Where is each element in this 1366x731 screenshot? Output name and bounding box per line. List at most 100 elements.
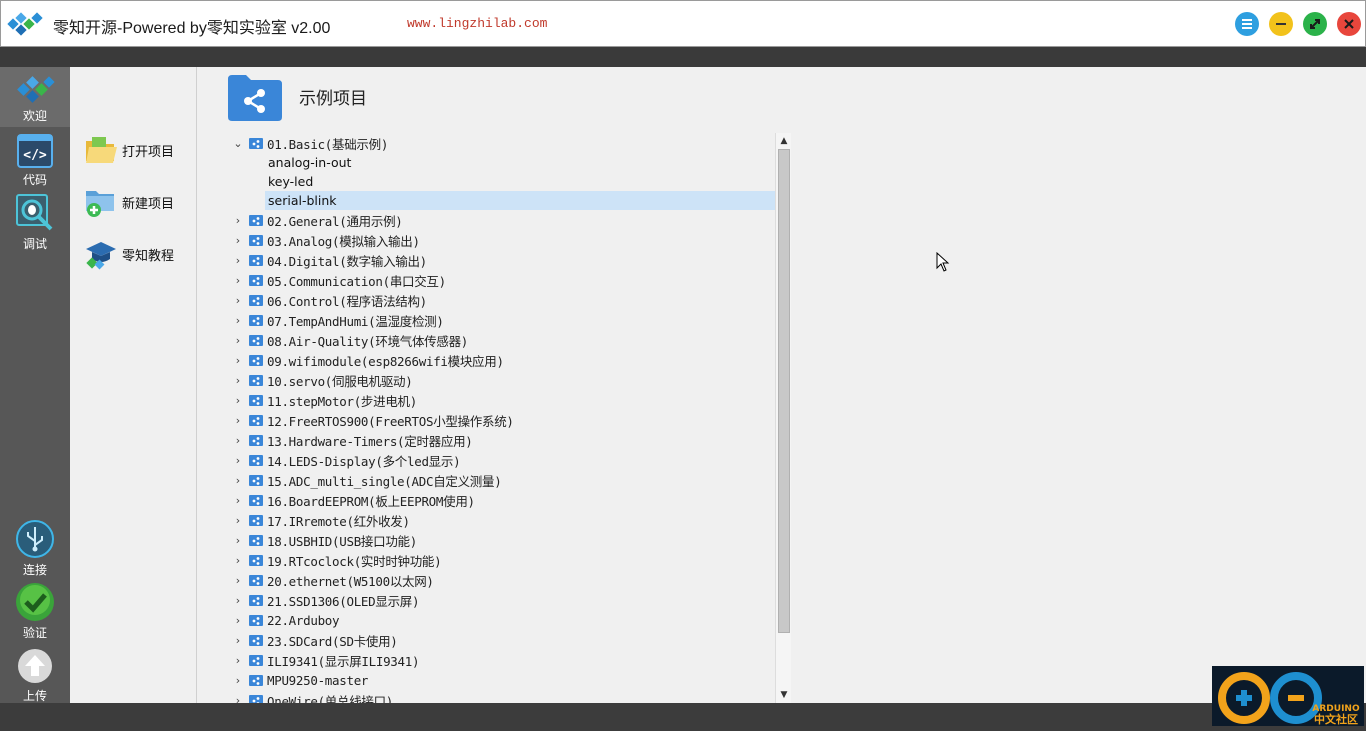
tree-item-label: 02.General(通用示例) xyxy=(267,213,403,229)
scroll-down-arrow-icon[interactable]: ▼ xyxy=(776,687,792,703)
rail-item-debug[interactable]: 调试 xyxy=(0,193,70,252)
menu-button[interactable] xyxy=(1235,12,1259,36)
chevron-right-icon[interactable]: › xyxy=(229,354,247,367)
tree-item[interactable]: › 09.wifimodule(esp8266wifi模块应用) xyxy=(225,350,775,370)
tree-item[interactable]: › 06.Control(程序语法结构) xyxy=(225,290,775,310)
open-project-button[interactable]: 打开项目 xyxy=(84,133,174,167)
tree-item[interactable]: › MPU9250-master xyxy=(225,670,775,690)
tree-item-label: 01.Basic(基础示例) xyxy=(267,136,389,152)
folder-icon xyxy=(249,595,263,606)
chevron-right-icon[interactable]: › xyxy=(229,514,247,527)
chevron-right-icon[interactable]: › xyxy=(229,654,247,667)
folder-icon xyxy=(249,335,263,346)
tree-item[interactable]: › 12.FreeRTOS900(FreeRTOS小型操作系统) xyxy=(225,410,775,430)
chevron-right-icon[interactable]: › xyxy=(229,634,247,647)
app-logo-icon xyxy=(7,12,43,36)
chevron-right-icon[interactable]: › xyxy=(229,234,247,247)
tree-scrollbar[interactable]: ▲ ▼ xyxy=(775,133,791,703)
tree-item[interactable]: › 15.ADC_multi_single(ADC自定义测量) xyxy=(225,470,775,490)
tree-item-label: 13.Hardware-Timers(定时器应用) xyxy=(267,433,473,449)
tree-leaf-selected[interactable]: serial-blink xyxy=(265,191,775,210)
app-title: 零知开源-Powered by零知实验室 v2.00 xyxy=(53,20,331,37)
chevron-right-icon[interactable]: › xyxy=(229,494,247,507)
tree-item[interactable]: › 02.General(通用示例) xyxy=(225,210,775,230)
chevron-right-icon[interactable]: › xyxy=(229,434,247,447)
title-bar: 零知开源-Powered by零知实验室 v2.00 www.lingzhila… xyxy=(0,0,1366,47)
tree-item[interactable]: › 18.USBHID(USB接口功能) xyxy=(225,530,775,550)
chevron-right-icon[interactable]: › xyxy=(229,334,247,347)
folder-icon xyxy=(249,315,263,326)
chevron-right-icon[interactable]: › xyxy=(229,294,247,307)
tree-item[interactable]: › 19.RTcoclock(实时时钟功能) xyxy=(225,550,775,570)
chevron-right-icon[interactable]: › xyxy=(229,574,247,587)
chevron-right-icon[interactable]: › xyxy=(229,534,247,547)
scroll-thumb[interactable] xyxy=(778,149,790,633)
tree-item-label: OneWire(单总线接口) xyxy=(267,693,394,704)
folder-icon xyxy=(249,395,263,406)
chevron-right-icon[interactable]: › xyxy=(229,214,247,227)
tree-item[interactable]: › 22.Arduboy xyxy=(225,610,775,630)
tree-item[interactable]: › 11.stepMotor(步进电机) xyxy=(225,390,775,410)
tree-item[interactable]: › 05.Communication(串口交互) xyxy=(225,270,775,290)
checkmark-icon xyxy=(16,583,54,621)
folder-icon xyxy=(249,275,263,286)
chevron-right-icon[interactable]: › xyxy=(229,254,247,267)
tree-leaf[interactable]: analog-in-out xyxy=(265,153,775,172)
chevron-right-icon[interactable]: › xyxy=(229,694,247,704)
tree-item-label: 03.Analog(模拟输入输出) xyxy=(267,233,420,249)
tree-item[interactable]: › 14.LEDS-Display(多个led显示) xyxy=(225,450,775,470)
tree-item[interactable]: › 20.ethernet(W5100以太网) xyxy=(225,570,775,590)
tree-item[interactable]: › ILI9341(显示屏ILI9341) xyxy=(225,650,775,670)
maximize-button[interactable] xyxy=(1303,12,1327,36)
tree-item-label: ILI9341(显示屏ILI9341) xyxy=(267,653,420,669)
chevron-right-icon[interactable]: › xyxy=(229,554,247,567)
chevron-down-icon[interactable]: ⌄ xyxy=(229,137,247,150)
chevron-right-icon[interactable]: › xyxy=(229,374,247,387)
chevron-right-icon[interactable]: › xyxy=(229,614,247,627)
rail-item-upload[interactable]: 上传 xyxy=(0,647,70,704)
chevron-right-icon[interactable]: › xyxy=(229,314,247,327)
tree-item[interactable]: › 08.Air-Quality(环境气体传感器) xyxy=(225,330,775,350)
tree-item[interactable]: › 23.SDCard(SD卡使用) xyxy=(225,630,775,650)
chevron-right-icon[interactable]: › xyxy=(229,594,247,607)
rail-item-verify[interactable]: 验证 xyxy=(0,582,70,641)
rail-item-connect[interactable]: 连接 xyxy=(0,519,70,578)
new-project-button[interactable]: 新建项目 xyxy=(84,185,174,219)
tree-item-label: 18.USBHID(USB接口功能) xyxy=(267,533,417,549)
tree-item[interactable]: › 03.Analog(模拟输入输出) xyxy=(225,230,775,250)
tutorial-cap-icon xyxy=(86,242,116,270)
svg-text:</>: </> xyxy=(23,148,47,163)
tree-item[interactable]: › OneWire(单总线接口) xyxy=(225,690,775,703)
chevron-right-icon[interactable]: › xyxy=(229,474,247,487)
tree-leaf[interactable]: key-led xyxy=(265,172,775,191)
tutorial-button[interactable]: 零知教程 xyxy=(84,237,174,271)
tree-item[interactable]: › 17.IRremote(红外收发) xyxy=(225,510,775,530)
tree-item[interactable]: › 07.TempAndHumi(温湿度检测) xyxy=(225,310,775,330)
tree-item[interactable]: › 21.SSD1306(OLED显示屏) xyxy=(225,590,775,610)
close-button[interactable] xyxy=(1337,12,1361,36)
rail-item-code[interactable]: </> 代码 xyxy=(0,133,70,188)
website-url[interactable]: www.lingzhilab.com xyxy=(407,16,547,31)
tree-item-label: 22.Arduboy xyxy=(267,612,340,628)
folder-icon xyxy=(249,655,263,666)
tree-item[interactable]: › 04.Digital(数字输入输出) xyxy=(225,250,775,270)
chevron-right-icon[interactable]: › xyxy=(229,394,247,407)
chevron-right-icon[interactable]: › xyxy=(229,674,247,687)
tree-item-label: 06.Control(程序语法结构) xyxy=(267,293,427,309)
tree-item[interactable]: › 16.BoardEEPROM(板上EEPROM使用) xyxy=(225,490,775,510)
tree-item[interactable]: › 10.servo(伺服电机驱动) xyxy=(225,370,775,390)
upload-arrow-icon xyxy=(18,649,52,683)
chevron-right-icon[interactable]: › xyxy=(229,274,247,287)
scroll-up-arrow-icon[interactable]: ▲ xyxy=(776,133,792,149)
minimize-button[interactable] xyxy=(1269,12,1293,36)
rail-item-welcome[interactable]: 欢迎 xyxy=(0,75,70,124)
tree-item[interactable]: › 13.Hardware-Timers(定时器应用) xyxy=(225,430,775,450)
rail-label-connect: 连接 xyxy=(22,563,47,577)
folder-icon xyxy=(249,515,263,526)
tree-item-label: 16.BoardEEPROM(板上EEPROM使用) xyxy=(267,493,475,509)
chevron-right-icon[interactable]: › xyxy=(229,414,247,427)
folder-icon xyxy=(249,415,263,426)
chevron-right-icon[interactable]: › xyxy=(229,454,247,467)
tree-item-label: 19.RTcoclock(实时时钟功能) xyxy=(267,553,442,569)
tree-item[interactable]: ⌄ 01.Basic(基础示例) xyxy=(225,133,775,153)
